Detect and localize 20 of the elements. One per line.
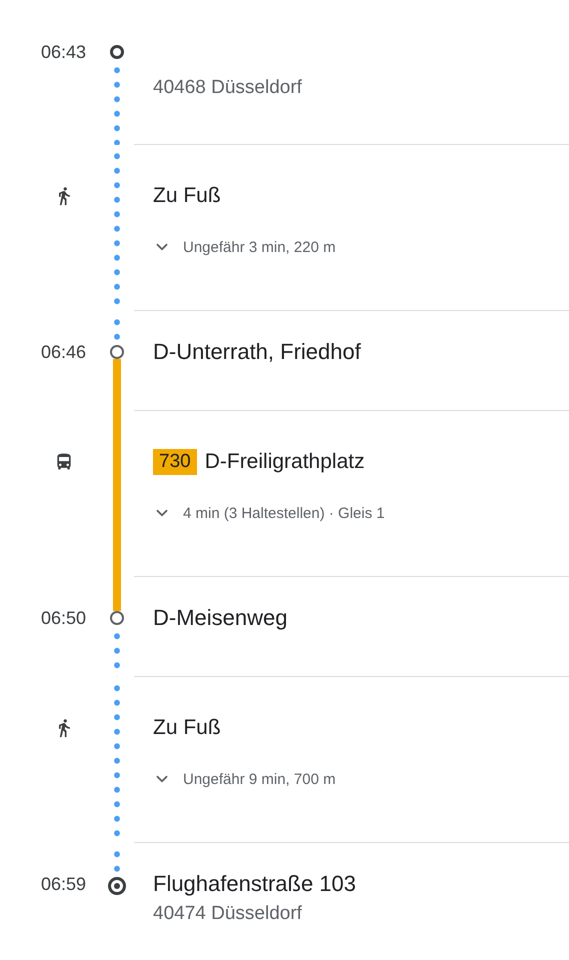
time-label: 06:46 — [40, 341, 86, 364]
time-label: 06:50 — [40, 607, 86, 630]
destination-icon — [108, 877, 126, 895]
leg-title: D-Freiligrathplatz — [204, 449, 365, 475]
stop-name: D-Meisenweg — [153, 604, 288, 632]
time-label: 06:59 — [40, 873, 86, 896]
leg-detail: Ungefähr 9 min, 700 m — [183, 770, 336, 788]
stop-name: Flughafenstraße 103 — [153, 870, 356, 898]
time-label: 06:43 — [40, 41, 86, 64]
address-text: 40474 Düsseldorf — [153, 902, 302, 926]
address-text: 40468 Düsseldorf — [153, 76, 302, 100]
stop-circle-icon — [110, 345, 124, 359]
leg-title: Zu Fuß — [153, 183, 221, 209]
leg-detail: 4 min (3 Haltestellen) · Gleis 1 — [183, 504, 385, 522]
leg-title: Zu Fuß — [153, 715, 221, 741]
stop-circle-icon — [110, 611, 124, 625]
line-badge: 730 — [153, 449, 197, 475]
stop-name: D-Unterrath, Friedhof — [153, 338, 361, 366]
leg-detail: Ungefähr 3 min, 220 m — [183, 238, 336, 256]
stop-circle-icon — [110, 45, 124, 59]
